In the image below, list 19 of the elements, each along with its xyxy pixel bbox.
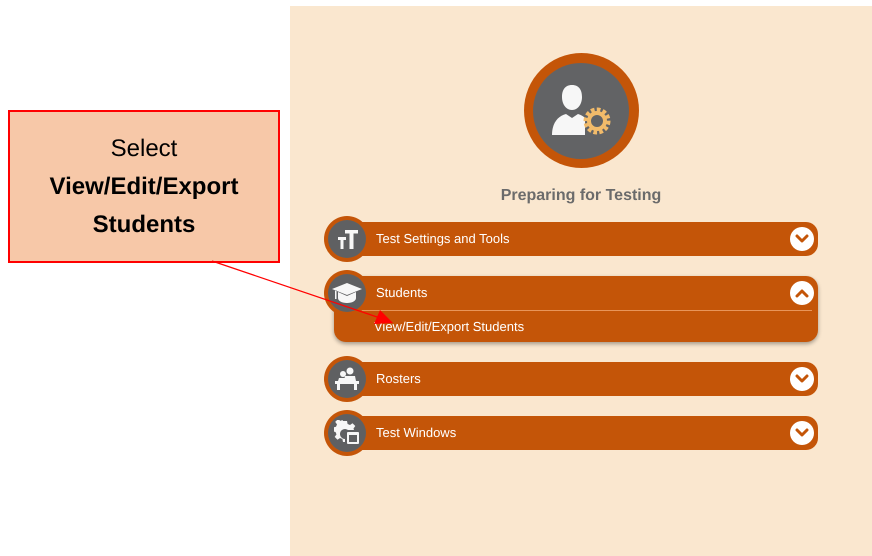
section-title: Test Settings and Tools bbox=[376, 230, 510, 248]
expand-button[interactable] bbox=[790, 367, 814, 391]
collapse-button[interactable] bbox=[790, 281, 814, 305]
chevron-down-icon bbox=[795, 374, 809, 384]
classroom-icon bbox=[333, 367, 361, 391]
expand-button[interactable] bbox=[790, 227, 814, 251]
graduation-cap-icon bbox=[332, 282, 362, 304]
section-title: Students bbox=[376, 284, 428, 302]
gear-calendar-icon bbox=[334, 420, 360, 446]
chevron-down-icon bbox=[795, 428, 809, 438]
text-size-icon bbox=[336, 229, 358, 249]
section-title: Test Windows bbox=[376, 424, 458, 442]
submenu-link[interactable]: View/Edit/Export Students bbox=[374, 316, 524, 336]
callout-text: Select View/Edit/Export Students bbox=[48, 134, 240, 240]
panel-title: Preparing for Testing bbox=[500, 186, 662, 206]
chevron-down-icon bbox=[795, 234, 809, 244]
chevron-up-icon bbox=[795, 288, 809, 298]
expand-button[interactable] bbox=[790, 421, 814, 445]
section-title: Rosters bbox=[376, 370, 422, 388]
